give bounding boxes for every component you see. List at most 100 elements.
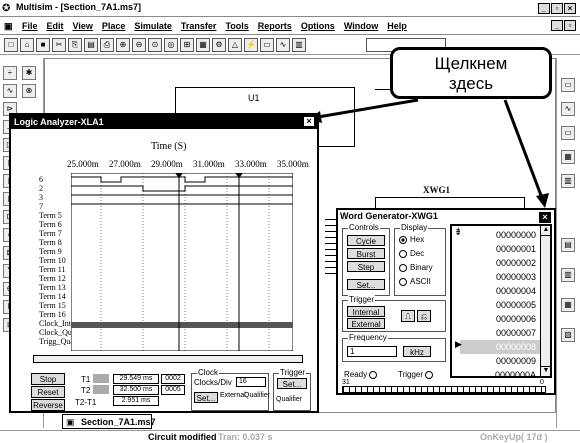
channel-label: Term 8 <box>39 238 62 247</box>
ascii-radio[interactable]: ASCII <box>399 277 431 287</box>
clock-set-button[interactable]: Set... <box>194 392 218 403</box>
address-row[interactable]: 00000006 <box>460 312 540 326</box>
doc-restore-button[interactable]: ▫ <box>564 20 576 31</box>
frequency-label: Frequency <box>348 333 388 342</box>
t2-hex: 0005 <box>161 385 185 395</box>
falling-edge-button[interactable]: ⎌ <box>417 310 431 322</box>
menu-simulate[interactable]: Simulate <box>134 17 172 35</box>
address-row[interactable]: 00000005 <box>460 298 540 312</box>
address-row[interactable]: 00000004 <box>460 284 540 298</box>
component-icon[interactable]: ⚙ <box>212 38 226 52</box>
burst-button[interactable]: Burst <box>347 248 385 259</box>
address-row[interactable]: 00000003 <box>460 270 540 284</box>
address-row[interactable]: 0000000A <box>460 368 540 378</box>
select-icon[interactable]: ✱ <box>22 66 36 80</box>
restore-button[interactable]: ▫ <box>551 3 563 14</box>
postprocessor-icon[interactable]: ∿ <box>276 38 290 52</box>
copy-icon[interactable]: ⎘ <box>68 38 82 52</box>
function-gen-icon[interactable]: ∿ <box>561 102 575 116</box>
list-icon[interactable]: ▥ <box>292 38 306 52</box>
frequency-input[interactable]: 1 <box>347 346 397 357</box>
t2-arrows[interactable] <box>93 385 109 394</box>
paste-icon[interactable]: ▤ <box>84 38 98 52</box>
hex-radio[interactable]: Hex <box>399 235 424 245</box>
basic-icon[interactable]: ∿ <box>3 84 17 98</box>
trigger-set-button[interactable]: Set... <box>277 378 307 389</box>
frequency-unit[interactable]: kHz <box>403 346 431 357</box>
menu-edit[interactable]: Edit <box>47 17 64 35</box>
source-icon[interactable]: ÷ <box>3 66 17 80</box>
menu-view[interactable]: View <box>73 17 93 35</box>
wg-set-button[interactable]: Set... <box>347 279 385 290</box>
step-button[interactable]: Step <box>347 261 385 272</box>
clocks-div-input[interactable]: 16 <box>236 377 266 387</box>
wg-title[interactable]: Word Generator-XWG1 <box>340 211 438 221</box>
address-row[interactable]: 00000002 <box>460 256 540 270</box>
la-scrollbar[interactable] <box>33 355 303 363</box>
word-gen-icon[interactable]: ▤ <box>561 238 575 252</box>
address-scrollbar[interactable]: ▲ ▼ <box>540 226 551 376</box>
channel-label: 2 <box>39 184 43 193</box>
save-icon[interactable]: ■ <box>36 38 50 52</box>
address-row[interactable]: 00000009 <box>460 354 540 368</box>
address-row[interactable]: 00000001 <box>460 242 540 256</box>
close-button[interactable]: × <box>564 3 576 14</box>
menu-options[interactable]: Options <box>301 17 335 35</box>
address-row[interactable]: 00000000 <box>460 228 540 242</box>
la-close-button[interactable]: × <box>303 116 315 127</box>
menu-window[interactable]: Window <box>344 17 378 35</box>
waveform-display[interactable] <box>71 173 293 351</box>
dec-radio[interactable]: Dec <box>399 249 424 259</box>
oscilloscope-icon[interactable]: ▦ <box>561 150 575 164</box>
la-stop-button[interactable]: Stop <box>31 373 65 385</box>
external-button[interactable]: External <box>347 318 385 329</box>
menu-help[interactable]: Help <box>387 17 407 35</box>
bits-left-label: 31 <box>342 379 350 386</box>
analysis-icon[interactable]: ⚡ <box>244 38 258 52</box>
clock-group-label: Clock <box>197 368 220 377</box>
la-time-title: Time (S) <box>151 141 187 152</box>
wg-close-button[interactable]: × <box>539 212 551 223</box>
menu-file[interactable]: File <box>22 17 38 35</box>
zoom-out-icon[interactable]: ⊖ <box>132 38 146 52</box>
wizard-icon[interactable]: △ <box>228 38 242 52</box>
address-row-selected[interactable]: 00000008 <box>460 340 540 354</box>
t1-arrows[interactable] <box>93 374 109 383</box>
menu-reports[interactable]: Reports <box>258 17 292 35</box>
open-icon[interactable]: ⌂ <box>20 38 34 52</box>
la-reset-button[interactable]: Reset <box>31 386 65 398</box>
address-list[interactable]: ⇟ 00000000 00000001 00000002 00000003 00… <box>450 224 552 378</box>
menu-transfer[interactable]: Transfer <box>181 17 217 35</box>
binary-radio[interactable]: Binary <box>399 263 433 273</box>
print-icon[interactable]: ⎙ <box>100 38 114 52</box>
bode-icon[interactable]: ▥ <box>561 174 575 188</box>
doc-minimize-button[interactable]: _ <box>551 20 563 31</box>
cut-icon[interactable]: ✂ <box>52 38 66 52</box>
menu-tools[interactable]: Tools <box>225 17 248 35</box>
document-tab[interactable]: ▣ Section_7A1.ms7 <box>62 414 156 429</box>
grapher-icon[interactable]: ▭ <box>260 38 274 52</box>
zoom-fit-icon[interactable]: ◎ <box>164 38 178 52</box>
rising-edge-button[interactable]: ⎍ <box>401 310 415 322</box>
zoom-area-icon[interactable]: ⊙ <box>148 38 162 52</box>
iv-icon[interactable]: ▧ <box>561 328 575 342</box>
hierarchy-icon[interactable]: ⊞ <box>180 38 194 52</box>
cycle-button[interactable]: Cycle <box>347 235 385 246</box>
logic-analyzer-icon[interactable]: ▥ <box>561 268 575 282</box>
la-title-bar[interactable]: Logic Analyzer-XLA1 <box>11 115 317 129</box>
grid-icon[interactable]: ▦ <box>196 38 210 52</box>
status-bar: Circuit modified Tran: 0.037 s OnKeyUp( … <box>0 430 580 443</box>
multimeter-icon[interactable]: ▭ <box>561 78 575 92</box>
wattmeter-icon[interactable]: ▭ <box>561 126 575 140</box>
logic-converter-icon[interactable]: ▦ <box>561 298 575 312</box>
la-reverse-button[interactable]: Reverse <box>31 399 65 411</box>
probe-icon[interactable]: ⊗ <box>22 84 36 98</box>
internal-button[interactable]: Internal <box>347 306 385 317</box>
clock-external-label: External <box>220 392 246 399</box>
zoom-in-icon[interactable]: ⊕ <box>116 38 130 52</box>
clocks-div-label: Clocks/Div <box>194 378 232 387</box>
menu-place[interactable]: Place <box>102 17 126 35</box>
address-row[interactable]: 00000007 <box>460 326 540 340</box>
new-icon[interactable]: □ <box>4 38 18 52</box>
minimize-button[interactable]: _ <box>538 3 550 14</box>
